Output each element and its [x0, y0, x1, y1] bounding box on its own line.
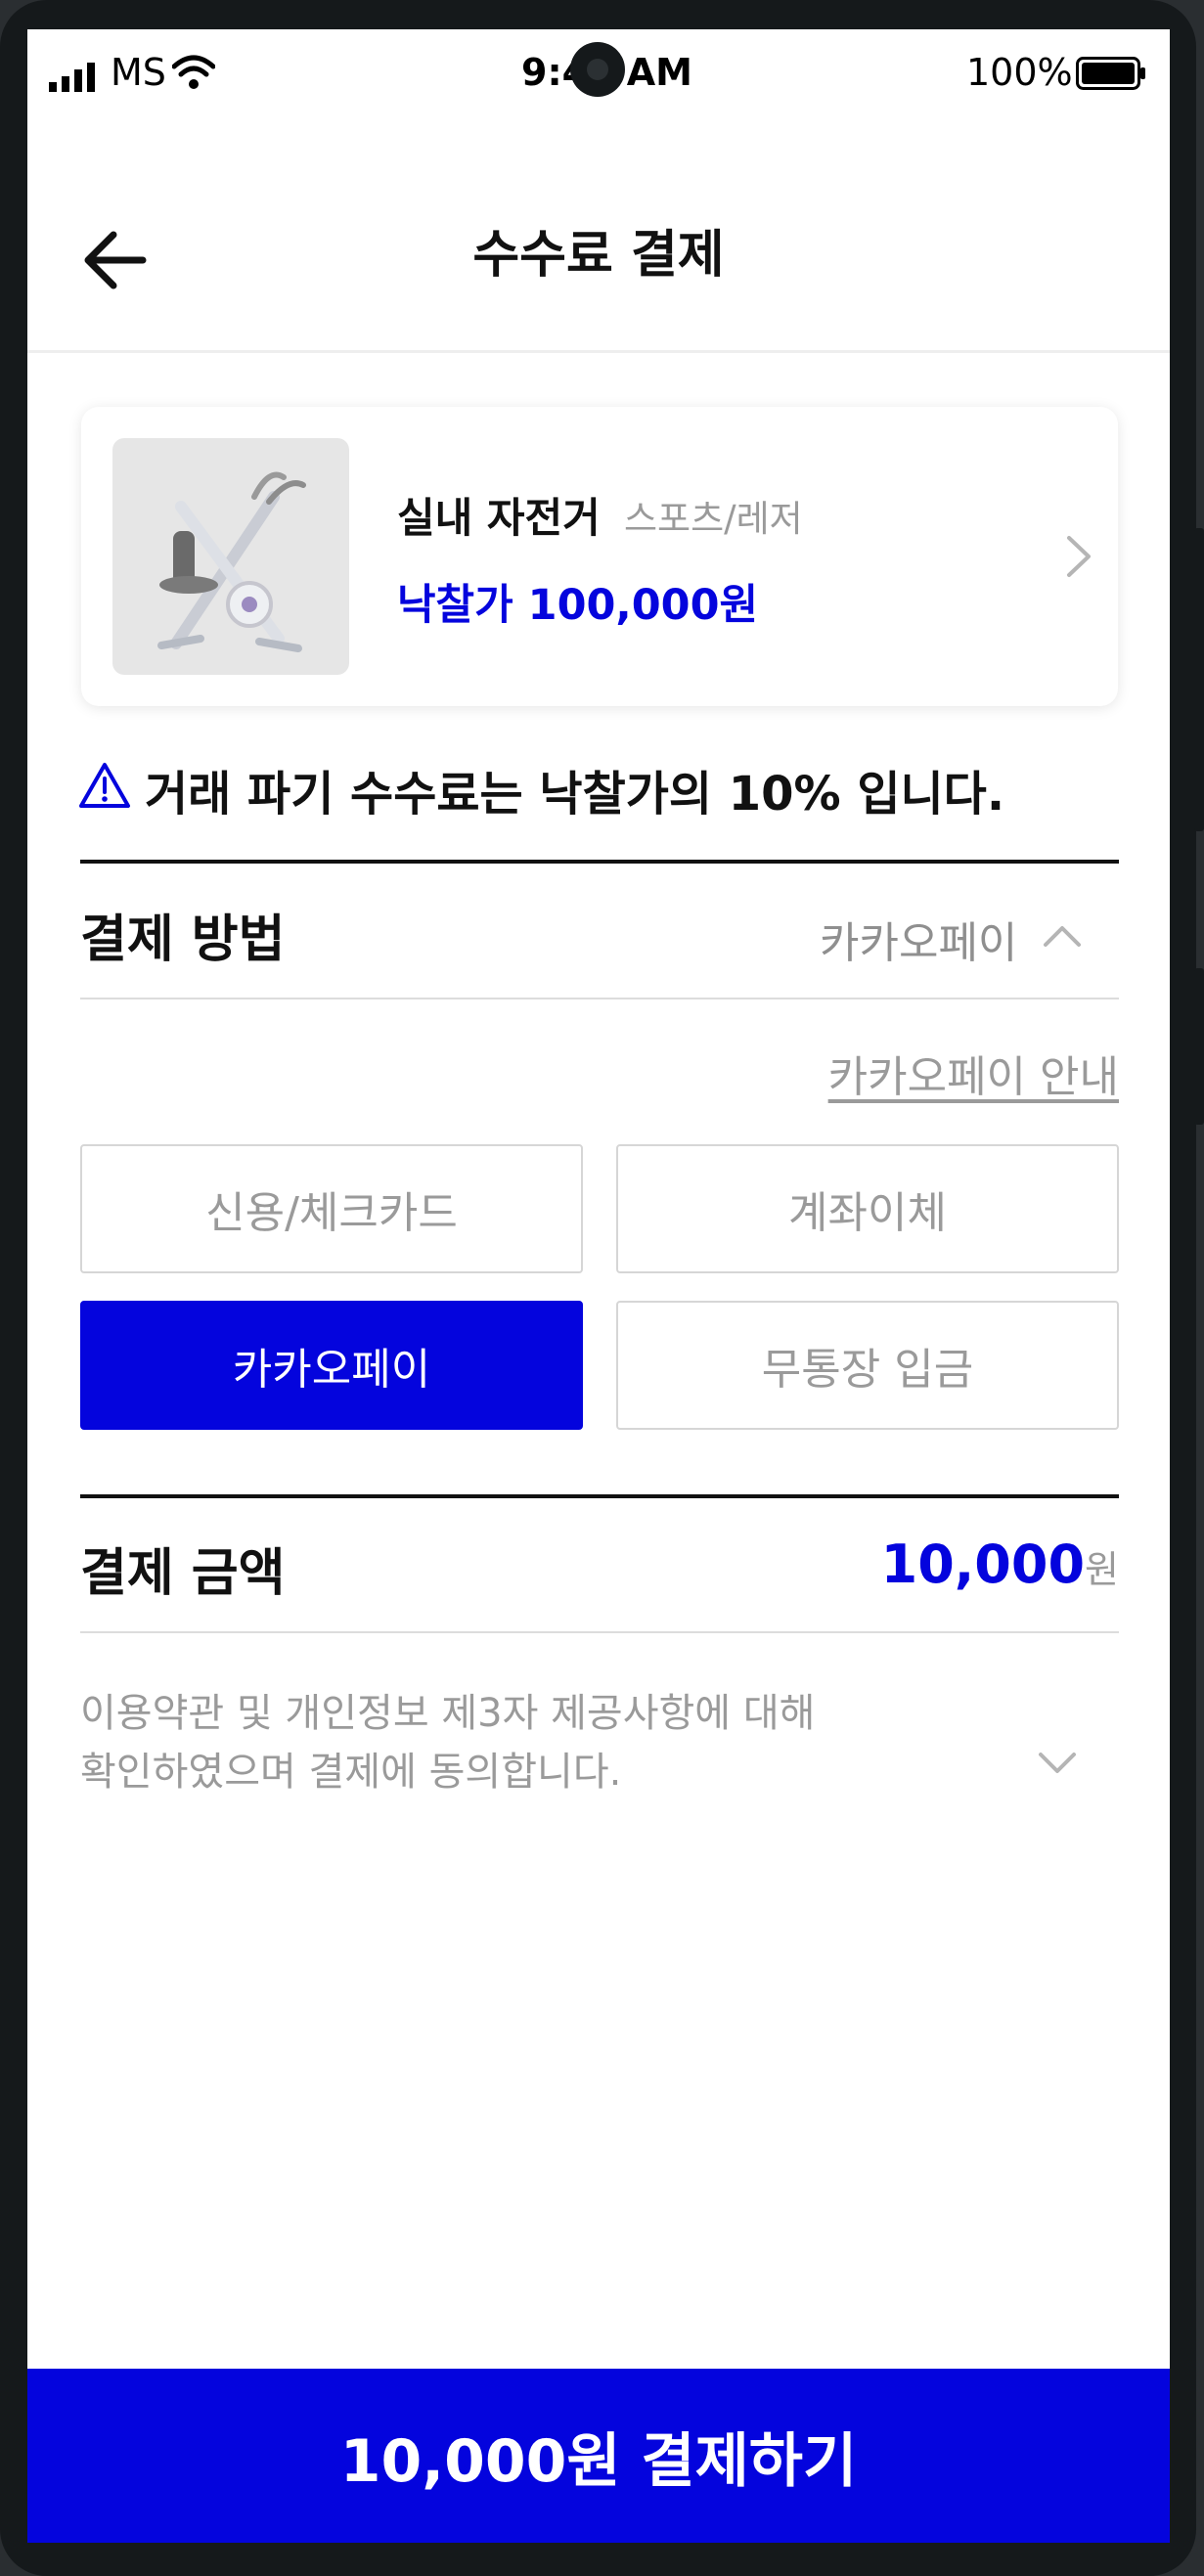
chevron-down-icon[interactable]: [1035, 1743, 1080, 1782]
camera-cutout: [570, 42, 625, 97]
payment-option-deposit[interactable]: 무통장 입금: [616, 1301, 1119, 1430]
fee-notice: 거래 파기 수수료는 낙찰가의 10% 입니다.: [145, 767, 1005, 822]
amount-value: 10,000: [880, 1533, 1086, 1595]
product-card[interactable]: 실내 자전거 스포츠/레저 낙찰가 100,000원: [81, 407, 1118, 706]
status-bar: MS 9:41 AM 100%: [27, 29, 1170, 117]
carrier-label: MS: [111, 51, 166, 94]
agreement-line: 확인하였으며 결제에 동의합니다.: [80, 1750, 622, 1795]
product-category: 스포츠/레저: [624, 498, 803, 540]
screen: MS 9:41 AM 100% 수수료 결제 실내 자전거 스포츠/레저 낙찰가…: [27, 29, 1170, 2543]
section-divider: [80, 860, 1119, 864]
battery-percent: 100%: [966, 51, 1073, 94]
phone-side-button: [1194, 968, 1204, 1125]
phone-side-button: [1194, 528, 1204, 831]
signal-icon: [49, 63, 95, 92]
wifi-icon: [172, 55, 215, 89]
payment-option-transfer[interactable]: 계좌이체: [616, 1144, 1119, 1273]
product-name: 실내 자전거: [397, 494, 601, 542]
section-divider: [80, 1631, 1119, 1633]
product-image: [112, 438, 349, 675]
payment-amount: 10,000원: [881, 1533, 1119, 1595]
payment-method-label: 결제 방법: [80, 910, 286, 969]
chevron-up-icon[interactable]: [1040, 915, 1085, 955]
agreement-line: 이용약관 및 개인정보 제3자 제공사항에 대해: [80, 1691, 816, 1736]
agreement-text: 이용약관 및 개인정보 제3자 제공사항에 대해 확인하였으며 결제에 동의합니…: [80, 1684, 863, 1801]
section-divider: [80, 998, 1119, 999]
page-title: 수수료 결제: [472, 226, 725, 285]
pay-button[interactable]: 10,000원 결제하기: [27, 2369, 1170, 2543]
amount-unit: 원: [1085, 1548, 1119, 1591]
payment-amount-label: 결제 금액: [80, 1544, 286, 1603]
warning-icon: [79, 763, 130, 808]
payment-option-kakaopay[interactable]: 카카오페이: [80, 1301, 583, 1430]
selected-method[interactable]: 카카오페이: [820, 908, 1017, 970]
kakaopay-guide-link[interactable]: 카카오페이 안내: [828, 1042, 1119, 1104]
payment-option-card[interactable]: 신용/체크카드: [80, 1144, 583, 1273]
product-price: 낙찰가 100,000원: [397, 581, 759, 630]
chevron-right-icon: [1067, 536, 1091, 577]
header-divider: [27, 350, 1170, 353]
battery-icon: [1076, 57, 1145, 90]
section-divider: [80, 1494, 1119, 1498]
